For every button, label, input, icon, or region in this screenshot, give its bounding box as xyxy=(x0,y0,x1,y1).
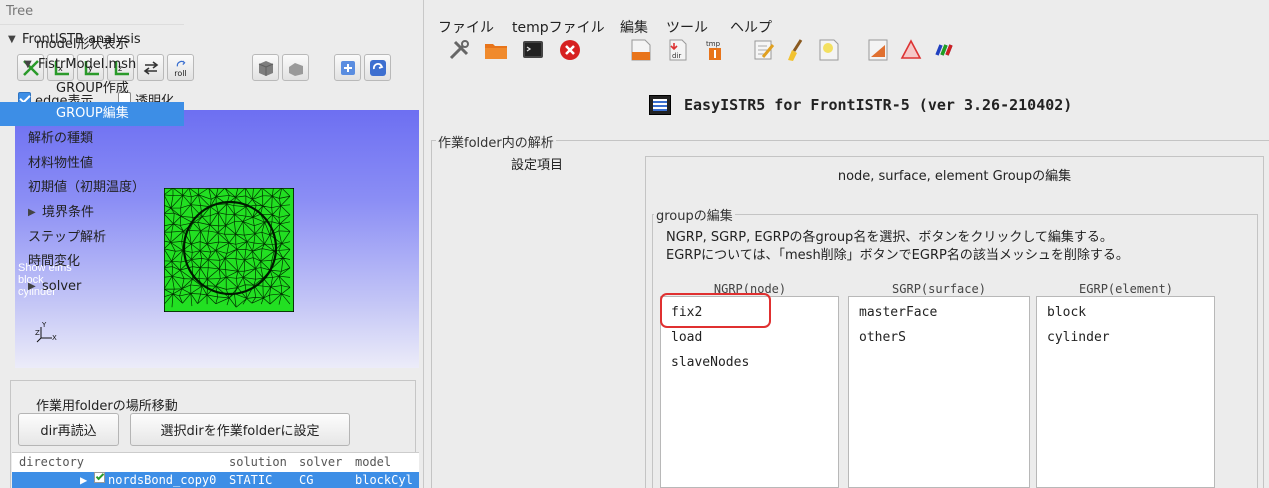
egrp-list[interactable]: block cylinder xyxy=(1036,296,1215,488)
tree-expander-icon[interactable]: ▶ xyxy=(28,201,36,225)
ngrp-item-load[interactable]: load xyxy=(671,330,702,345)
tree-item-label: 時間変化 xyxy=(28,254,81,270)
row-solution: STATIC xyxy=(229,473,273,487)
shade-icon xyxy=(288,62,303,76)
set-workdir-button[interactable]: 選択dirを作業folderに設定 xyxy=(130,413,350,446)
col-solution: solution xyxy=(229,455,287,469)
svg-text:X: X xyxy=(52,334,57,342)
shade-view-button[interactable] xyxy=(282,54,309,81)
egrp-header: EGRP(element) xyxy=(1079,282,1173,296)
settings-label: 設定項目 xyxy=(511,158,564,173)
tree-item-label: FistrModel.msh xyxy=(38,56,137,72)
col-model: model xyxy=(355,455,392,469)
chart-icon[interactable] xyxy=(864,36,892,64)
terminal-icon[interactable] xyxy=(519,36,547,64)
tree-item-label: GROUP編集 xyxy=(56,106,129,122)
sgrp-list[interactable]: masterFace otherS xyxy=(848,296,1030,488)
settings-tree[interactable]: Tree ▼ FrontISTR analysis ▼ FistrModel.msh G… xyxy=(0,0,186,317)
tree-item-label: GROUP作成 xyxy=(56,81,129,97)
tree-item-label: FrontISTR analysis xyxy=(22,32,141,47)
tree-divider xyxy=(0,24,184,25)
tree-item-label: 材料物性値 xyxy=(28,155,94,171)
tree-item[interactable]: 解析の種類 xyxy=(0,127,184,151)
col-solver: solver xyxy=(299,455,343,469)
tree-item-label: 初期値（初期温度） xyxy=(28,180,146,196)
note-icon[interactable] xyxy=(815,36,843,64)
triangle-icon[interactable] xyxy=(897,36,925,64)
file-icon[interactable] xyxy=(627,36,655,64)
ngrp-item-slavenodes[interactable]: slaveNodes xyxy=(671,355,749,370)
tree-item[interactable]: GROUP作成 xyxy=(0,77,184,101)
row-directory: nordsBond_copy0 xyxy=(108,473,217,487)
group-edit-legend: groupの編集 xyxy=(654,205,735,224)
tree-item[interactable]: ▼ FrontISTR analysis xyxy=(0,28,184,52)
tree-item[interactable]: ステップ解析 xyxy=(0,226,184,250)
svg-text:tmp: tmp xyxy=(706,40,721,48)
tree-expander-icon[interactable]: ▼ xyxy=(8,28,16,52)
svg-text:Z: Z xyxy=(35,329,40,337)
highlight-box xyxy=(660,293,771,328)
svg-text:dir: dir xyxy=(672,52,681,60)
tree-item-label: 境界条件 xyxy=(42,204,95,220)
row-solver: CG xyxy=(299,473,314,487)
tree-item-label: solver xyxy=(42,279,82,294)
folder-icon[interactable] xyxy=(482,36,510,64)
cube-icon xyxy=(258,60,273,76)
row-checkbox[interactable] xyxy=(94,472,105,483)
row-model: blockCyl xyxy=(355,473,413,487)
tree-item[interactable]: ▶ 境界条件 xyxy=(0,201,184,225)
close-icon[interactable] xyxy=(556,36,584,64)
edit-icon[interactable] xyxy=(750,36,778,64)
menu-file[interactable]: ファイル xyxy=(438,17,494,37)
brush-icon[interactable] xyxy=(782,36,810,64)
egrp-item-cylinder[interactable]: cylinder xyxy=(1047,330,1110,345)
table-row[interactable]: ▶ nordsBond_copy0 STATIC CG blockCyl xyxy=(12,472,419,488)
reload-dir-button[interactable]: dir再読込 xyxy=(18,413,119,446)
table-header: directory solution solver model xyxy=(12,452,419,472)
group-panel-title: node, surface, element Groupの編集 xyxy=(837,169,1072,184)
tools-icon[interactable] xyxy=(445,36,473,64)
tmp-icon[interactable]: tmp xyxy=(701,36,729,64)
expand-arrow-icon[interactable]: ▶ xyxy=(80,473,87,487)
tree-item[interactable]: 時間変化 xyxy=(0,250,184,274)
load-model-button[interactable] xyxy=(334,54,361,81)
tree-item-label: 解析の種類 xyxy=(28,130,94,146)
tree-item[interactable]: GROUP編集 xyxy=(0,102,184,127)
svg-text:Y: Y xyxy=(41,321,47,329)
group-desc-1: NGRP, SGRP, EGRPの各group名を選択、ボタンをクリックして編集… xyxy=(666,230,1113,245)
reload-icon xyxy=(369,59,386,76)
sgrp-item-others[interactable]: otherS xyxy=(859,330,906,345)
tree-item[interactable]: ▶ solver xyxy=(0,275,184,299)
reload-model-button[interactable] xyxy=(364,54,391,81)
app-title: EasyISTR5 for FrontISTR-5 (ver 3.26-2104… xyxy=(684,96,1073,114)
load-icon xyxy=(340,60,355,75)
col-directory: directory xyxy=(19,455,85,469)
solid-view-button[interactable] xyxy=(252,54,279,81)
workdir-title: 作業用folderの場所移動 xyxy=(36,399,178,414)
axis-triad: Y Z X xyxy=(35,321,57,343)
group-desc-2: EGRPについては、「mesh削除」ボタンでEGRP名の該当メッシュを削除する。 xyxy=(666,248,1129,263)
egrp-item-block[interactable]: block xyxy=(1047,305,1086,320)
tree-item[interactable]: 材料物性値 xyxy=(0,152,184,176)
menu-help[interactable]: ヘルプ xyxy=(730,17,772,37)
tree-expander-icon[interactable]: ▶ xyxy=(28,275,36,299)
tree-expander-icon[interactable]: ▼ xyxy=(24,53,32,77)
dir-icon[interactable]: dir xyxy=(664,36,692,64)
color-bars-icon[interactable] xyxy=(930,36,958,64)
menu-edit[interactable]: 編集 xyxy=(620,17,648,37)
sgrp-header: SGRP(surface) xyxy=(892,282,986,296)
sgrp-item-masterface[interactable]: masterFace xyxy=(859,305,937,320)
menu-temp-file[interactable]: tempファイル xyxy=(512,17,605,37)
app-logo xyxy=(649,95,671,115)
tree-header: Tree xyxy=(6,4,34,19)
analysis-title: 作業folder内の解析 xyxy=(436,132,556,151)
tree-item[interactable]: 初期値（初期温度） xyxy=(0,176,184,200)
tree-item[interactable]: ▼ FistrModel.msh xyxy=(0,53,184,77)
menu-tools[interactable]: ツール xyxy=(666,17,708,37)
tree-item-label: ステップ解析 xyxy=(28,229,107,245)
